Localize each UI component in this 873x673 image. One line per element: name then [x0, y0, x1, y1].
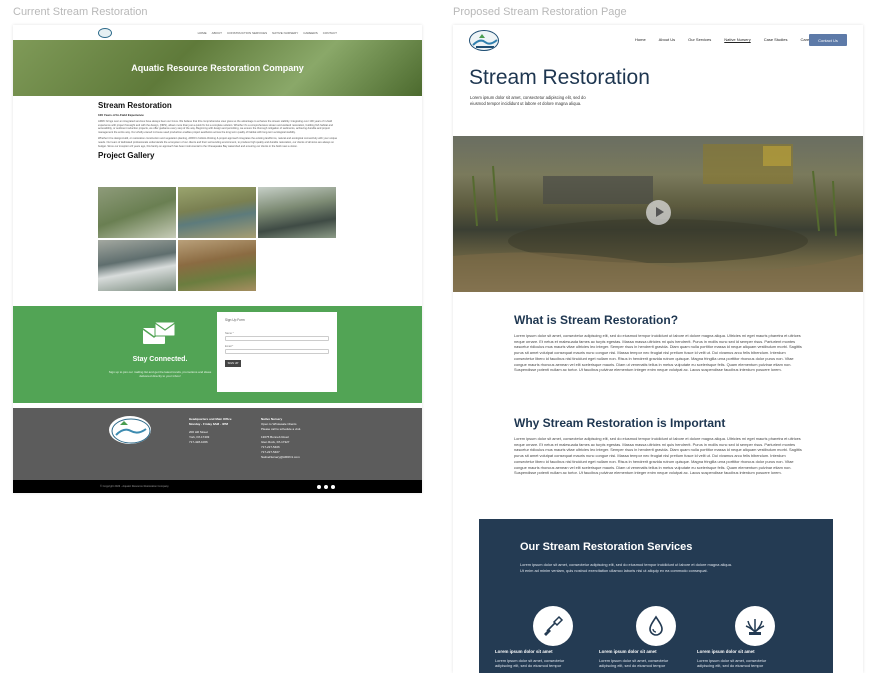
footer-nursery: Native Nursery Open to Wholesale Clients… — [261, 417, 336, 460]
page-heading: Stream Restoration — [98, 101, 172, 110]
what-is-heading: What is Stream Restoration? — [514, 313, 679, 327]
current-content: Stream Restoration 100 Years of In-Field… — [98, 101, 338, 163]
gallery-image[interactable] — [98, 240, 176, 291]
nav-about-us[interactable]: About Us — [659, 37, 675, 42]
signup-button[interactable]: SIGN UP — [225, 360, 241, 367]
proposed-nav: Home About Us Our Services Native Nurser… — [453, 25, 863, 55]
copyright-bar: © Copyright 2023 - Aquatic Resource Rest… — [13, 480, 422, 493]
gallery-image[interactable] — [258, 187, 336, 238]
current-footer: Headquarters and Main Office Monday - Fr… — [13, 408, 422, 480]
services-heading: Our Stream Restoration Services — [520, 541, 693, 553]
proposed-page-frame[interactable]: Home About Us Our Services Native Nurser… — [453, 25, 863, 673]
page-intro: Lorem ipsum dolor sit amet, consectetur … — [470, 95, 586, 106]
linkedin-icon[interactable] — [331, 484, 335, 489]
signup-form-title: Sign Up Form — [225, 318, 245, 322]
service-text-1: Lorem ipsum dolor sit amet, consectetur … — [495, 658, 565, 669]
signup-form: Sign Up Form Name * Email * SIGN UP — [217, 312, 337, 392]
mail-icon — [142, 321, 176, 344]
arrc-logo[interactable] — [469, 30, 499, 51]
service-title-3: Lorem ipsum dolor sit amet — [697, 649, 755, 654]
design-canvas: Current Stream Restoration Proposed Stre… — [0, 0, 873, 673]
plant-icon — [735, 606, 775, 646]
gallery-heading: Project Gallery — [98, 151, 155, 161]
gallery-image[interactable] — [98, 187, 176, 238]
current-frame-title: Current Stream Restoration — [13, 6, 148, 18]
email-label: Email * — [225, 345, 234, 348]
why-important-heading: Why Stream Restoration is Important — [514, 416, 726, 430]
body-paragraph-2: Whether it be design-build, or restorati… — [98, 137, 338, 148]
video-player[interactable] — [453, 136, 863, 292]
nav-contact[interactable]: CONTACT — [323, 31, 337, 35]
stay-connected-title: Stay Connected. — [132, 356, 188, 363]
service-title-2: Lorem ipsum dolor sit amet — [599, 649, 657, 654]
name-field[interactable] — [225, 336, 329, 341]
services-intro: Lorem ipsum dolor sit amet, consectetur … — [520, 562, 732, 573]
nav-home[interactable]: HOME — [198, 31, 207, 35]
water-drop-icon — [636, 606, 676, 646]
project-gallery — [98, 187, 338, 291]
current-page-frame[interactable]: HOME ABOUT CONSTRUCTION SERVICES NATIVE … — [13, 25, 422, 493]
nav-home[interactable]: Home — [635, 37, 646, 42]
footer-logo[interactable] — [109, 416, 151, 444]
instagram-icon[interactable] — [324, 484, 328, 489]
shovel-icon — [533, 606, 573, 646]
service-text-2: Lorem ipsum dolor sit amet, consectetur … — [599, 658, 669, 669]
page-subheading: 100 Years of In-Field Experience — [98, 113, 144, 117]
body-paragraph-1: ARRC brings over an integrated services … — [98, 120, 333, 134]
current-nav: HOME ABOUT CONSTRUCTION SERVICES NATIVE … — [13, 25, 422, 40]
stay-connected-subtitle: Sign up to join our mailing list and get… — [108, 370, 212, 378]
nav-native-nursery[interactable]: Native Nursery — [724, 37, 750, 42]
footer-hq-phone[interactable]: 717-428-1066 — [189, 440, 259, 445]
nav-careers[interactable]: CAREERS — [303, 31, 318, 35]
page-title: Stream Restoration — [469, 66, 650, 89]
service-title-1: Lorem ipsum dolor sit amet — [495, 649, 553, 654]
gallery-image[interactable] — [178, 240, 256, 291]
nav-construction-services[interactable]: CONSTRUCTION SERVICES — [227, 31, 267, 35]
copyright-text: © Copyright 2023 - Aquatic Resource Rest… — [100, 485, 169, 488]
contact-us-button[interactable]: Contact Us — [809, 34, 847, 46]
gallery-image[interactable] — [178, 187, 256, 238]
facebook-icon[interactable] — [317, 484, 321, 489]
play-icon[interactable] — [646, 200, 671, 225]
nav-about[interactable]: ABOUT — [212, 31, 222, 35]
footer-hq: Headquarters and Main Office Monday - Fr… — [189, 417, 259, 445]
footer-nursery-email[interactable]: NativeNursery@ARRC1.com — [261, 455, 336, 460]
email-field[interactable] — [225, 349, 329, 354]
nav-native-nursery[interactable]: NATIVE NURSERY — [272, 31, 298, 35]
services-section: Our Stream Restoration Services Lorem ip… — [479, 519, 833, 673]
why-important-paragraph: Lorem ipsum dolor sit amet, consectetur … — [514, 436, 802, 476]
social-links — [317, 484, 335, 489]
name-label: Name * — [225, 332, 234, 335]
hero-title: Aquatic Resource Restoration Company — [131, 63, 304, 73]
arrc-logo[interactable] — [98, 27, 112, 38]
nav-our-services[interactable]: Our Services — [688, 37, 711, 42]
nav-case-studies[interactable]: Case Studies — [764, 37, 788, 42]
what-is-paragraph: Lorem ipsum dolor sit amet, consectetur … — [514, 333, 802, 373]
service-text-3: Lorem ipsum dolor sit amet, consectetur … — [697, 658, 767, 669]
footer-hours: Monday - Friday 8AM - 4PM — [189, 422, 229, 426]
proposed-frame-title: Proposed Stream Restoration Page — [453, 6, 627, 18]
footer-nursery-note-2: Please call to schedule a visit. — [261, 427, 302, 431]
